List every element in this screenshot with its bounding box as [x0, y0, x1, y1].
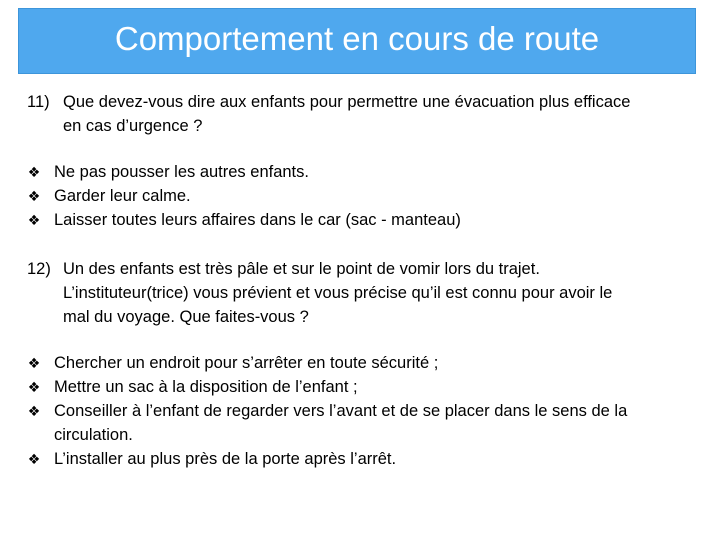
answer-item: Laisser toutes leurs affaires dans le ca…	[54, 211, 461, 229]
diamond-bullet-icon: ❖	[27, 188, 41, 204]
answer-item: Mettre un sac à la disposition de l’enfa…	[54, 378, 358, 396]
diamond-bullet-icon: ❖	[27, 164, 41, 180]
diamond-bullet-icon: ❖	[27, 212, 41, 228]
diamond-bullet-icon: ❖	[27, 379, 41, 395]
answer-item: Ne pas pousser les autres enfants.	[54, 163, 309, 181]
diamond-bullet-icon: ❖	[27, 451, 41, 467]
answer-item: Conseiller à l’enfant de regarder vers l…	[54, 402, 628, 420]
question-text: en cas d’urgence ?	[63, 117, 203, 135]
question-number: 12)	[27, 260, 51, 278]
diamond-bullet-icon: ❖	[27, 403, 41, 419]
diamond-bullet-icon: ❖	[27, 355, 41, 371]
question-text: Que devez-vous dire aux enfants pour per…	[63, 93, 631, 111]
answer-item: L’installer au plus près de la porte apr…	[54, 450, 397, 468]
answer-item: Garder leur calme.	[54, 187, 191, 205]
slide-content: 11) Que devez-vous dire aux enfants pour…	[0, 0, 720, 540]
answer-item: Chercher un endroit pour s’arrêter en to…	[54, 354, 439, 372]
question-text: mal du voyage. Que faites-vous ?	[63, 308, 309, 326]
question-text: L’instituteur(trice) vous prévient et vo…	[63, 284, 613, 302]
answer-item-continuation: circulation.	[54, 426, 133, 444]
question-number: 11)	[27, 93, 50, 111]
question-text: Un des enfants est très pâle et sur le p…	[63, 260, 540, 278]
